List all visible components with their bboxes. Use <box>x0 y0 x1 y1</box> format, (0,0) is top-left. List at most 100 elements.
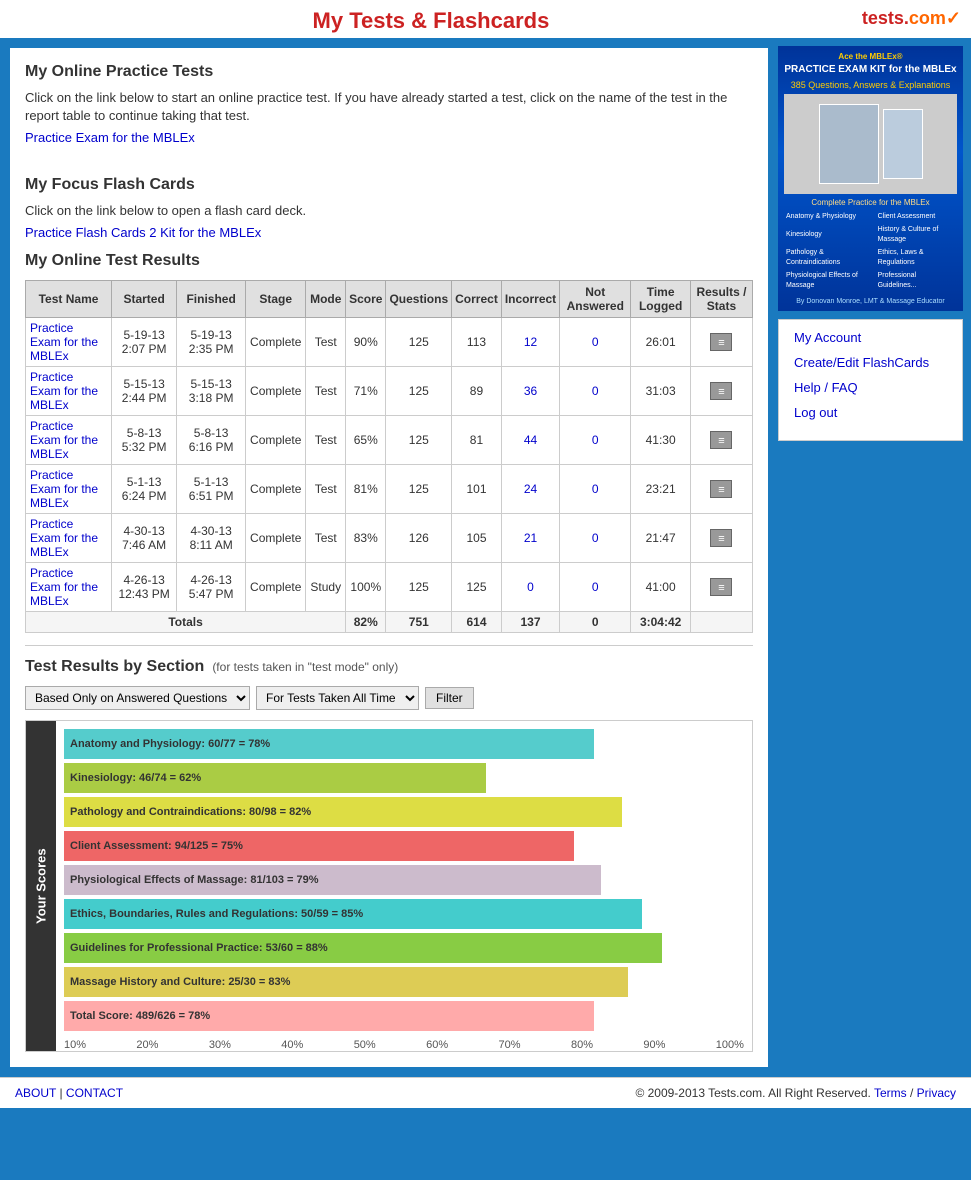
y-axis-label: Your Scores <box>26 721 56 1051</box>
table-cell: 90% <box>346 317 386 366</box>
table-cell: 5-15-13 3:18 PM <box>177 366 246 415</box>
table-cell: 5-8-13 5:32 PM <box>112 415 177 464</box>
table-cell[interactable]: 21 <box>501 513 559 562</box>
contact-link[interactable]: CONTACT <box>66 1086 123 1100</box>
table-cell[interactable]: 0 <box>501 562 559 611</box>
sidebar-nav: My Account Create/Edit FlashCards Help / F… <box>778 319 963 441</box>
practice-tests-heading: My Online Practice Tests <box>25 63 753 81</box>
table-cell[interactable]: Practice Exam for the MBLEx <box>26 464 112 513</box>
chart-bar: Total Score: 489/626 = 78% <box>64 1001 594 1031</box>
table-cell: 21:47 <box>631 513 691 562</box>
filter-button[interactable]: Filter <box>425 687 474 709</box>
table-cell[interactable]: 0 <box>560 366 631 415</box>
filter-row: Based Only on Answered QuestionsBased on… <box>25 686 753 710</box>
chart-bar: Client Assessment: 94/125 = 75% <box>64 831 574 861</box>
filter-dropdown-1[interactable]: Based Only on Answered QuestionsBased on… <box>25 686 250 710</box>
table-cell: 4-30-13 8:11 AM <box>177 513 246 562</box>
table-cell: Test <box>306 366 346 415</box>
table-cell[interactable]: ≡ <box>690 464 752 513</box>
table-row: Practice Exam for the MBLEx5-19-13 2:07 … <box>26 317 753 366</box>
table-cell: 89 <box>452 366 502 415</box>
table-cell: 125 <box>386 464 452 513</box>
table-cell[interactable]: 0 <box>560 513 631 562</box>
table-header-cell: Started <box>112 280 177 317</box>
table-cell[interactable]: ≡ <box>690 366 752 415</box>
copyright-text: © 2009-2013 Tests.com. All Right Reserve… <box>635 1086 870 1100</box>
site-logo: tests.com✓ <box>862 8 971 29</box>
filter-dropdown-2[interactable]: For Tests Taken All TimeLast 30 DaysLast… <box>256 686 419 710</box>
table-header-cell: Mode <box>306 280 346 317</box>
x-axis-label: 10% <box>64 1039 86 1051</box>
table-cell: 100% <box>346 562 386 611</box>
table-cell: 41:30 <box>631 415 691 464</box>
table-cell: Complete <box>246 366 306 415</box>
table-cell[interactable]: 0 <box>560 317 631 366</box>
sidebar-nav-link[interactable]: Log out <box>794 405 947 420</box>
chart-bar-row: Massage History and Culture: 25/30 = 83% <box>64 967 744 997</box>
table-cell[interactable]: Practice Exam for the MBLEx <box>26 415 112 464</box>
table-cell: 126 <box>386 513 452 562</box>
table-header-cell: Not Answered <box>560 280 631 317</box>
totals-cell <box>690 611 752 632</box>
table-cell[interactable]: 36 <box>501 366 559 415</box>
x-axis-label: 40% <box>281 1039 303 1051</box>
table-cell: 4-26-13 5:47 PM <box>177 562 246 611</box>
chart-bar: Pathology and Contraindications: 80/98 =… <box>64 797 622 827</box>
chart-container: Your Scores Anatomy and Physiology: 60/7… <box>25 720 753 1052</box>
table-cell: 5-19-13 2:35 PM <box>177 317 246 366</box>
table-cell[interactable]: ≡ <box>690 317 752 366</box>
table-cell[interactable]: Practice Exam for the MBLEx <box>26 317 112 366</box>
sidebar-nav-link[interactable]: Help / FAQ <box>794 380 947 395</box>
table-cell: Test <box>306 513 346 562</box>
terms-link[interactable]: Terms <box>874 1086 907 1100</box>
table-cell[interactable]: ≡ <box>690 415 752 464</box>
privacy-link[interactable]: Privacy <box>917 1086 956 1100</box>
table-cell: 5-19-13 2:07 PM <box>112 317 177 366</box>
logo-com: com <box>909 8 946 28</box>
practice-exam-link[interactable]: Practice Exam for the MBLEx <box>25 130 753 145</box>
table-cell: Study <box>306 562 346 611</box>
chart-bar: Kinesiology: 46/74 = 62% <box>64 763 486 793</box>
table-cell: 125 <box>452 562 502 611</box>
table-cell[interactable]: 0 <box>560 464 631 513</box>
x-axis-label: 90% <box>643 1039 665 1051</box>
sidebar-nav-link[interactable]: My Account <box>794 330 947 345</box>
table-header-cell: Results / Stats <box>690 280 752 317</box>
logo-text: tests. <box>862 8 909 28</box>
chart-bar-row: Ethics, Boundaries, Rules and Regulation… <box>64 899 744 929</box>
sidebar-ad: Ace the MBLEx® PRACTICE EXAM KIT for the… <box>778 46 963 311</box>
table-cell[interactable]: 12 <box>501 317 559 366</box>
table-header-cell: Correct <box>452 280 502 317</box>
ad-author: By Donovan Monroe, LMT & Massage Educato… <box>784 298 957 305</box>
table-cell: Complete <box>246 464 306 513</box>
totals-cell: 3:04:42 <box>631 611 691 632</box>
table-cell[interactable]: Practice Exam for the MBLEx <box>26 562 112 611</box>
table-cell[interactable]: 24 <box>501 464 559 513</box>
x-axis-label: 80% <box>571 1039 593 1051</box>
x-axis-label: 100% <box>716 1039 744 1051</box>
flashcards-link[interactable]: Practice Flash Cards 2 Kit for the MBLEx <box>25 225 753 240</box>
about-link[interactable]: ABOUT <box>15 1086 56 1100</box>
x-axis-label: 30% <box>209 1039 231 1051</box>
table-cell[interactable]: Practice Exam for the MBLEx <box>26 513 112 562</box>
table-row: Practice Exam for the MBLEx4-26-13 12:43… <box>26 562 753 611</box>
section-results-subtext: (for tests taken in "test mode" only) <box>212 660 398 674</box>
table-row: Practice Exam for the MBLEx5-8-13 5:32 P… <box>26 415 753 464</box>
table-cell[interactable]: 44 <box>501 415 559 464</box>
table-cell: 5-1-13 6:51 PM <box>177 464 246 513</box>
totals-cell: 614 <box>452 611 502 632</box>
ad-questions-label: 385 Questions, Answers & Explanations <box>784 80 957 90</box>
table-cell[interactable]: Practice Exam for the MBLEx <box>26 366 112 415</box>
table-header-cell: Questions <box>386 280 452 317</box>
table-cell[interactable]: ≡ <box>690 562 752 611</box>
table-cell[interactable]: 0 <box>560 415 631 464</box>
table-header-cell: Finished <box>177 280 246 317</box>
table-cell[interactable]: 0 <box>560 562 631 611</box>
chart-bar-row: Anatomy and Physiology: 60/77 = 78% <box>64 729 744 759</box>
table-cell[interactable]: ≡ <box>690 513 752 562</box>
table-cell: Complete <box>246 415 306 464</box>
table-cell: 4-26-13 12:43 PM <box>112 562 177 611</box>
table-cell: Complete <box>246 317 306 366</box>
sidebar-nav-link[interactable]: Create/Edit FlashCards <box>794 355 947 370</box>
chart-bar: Physiological Effects of Massage: 81/103… <box>64 865 601 895</box>
